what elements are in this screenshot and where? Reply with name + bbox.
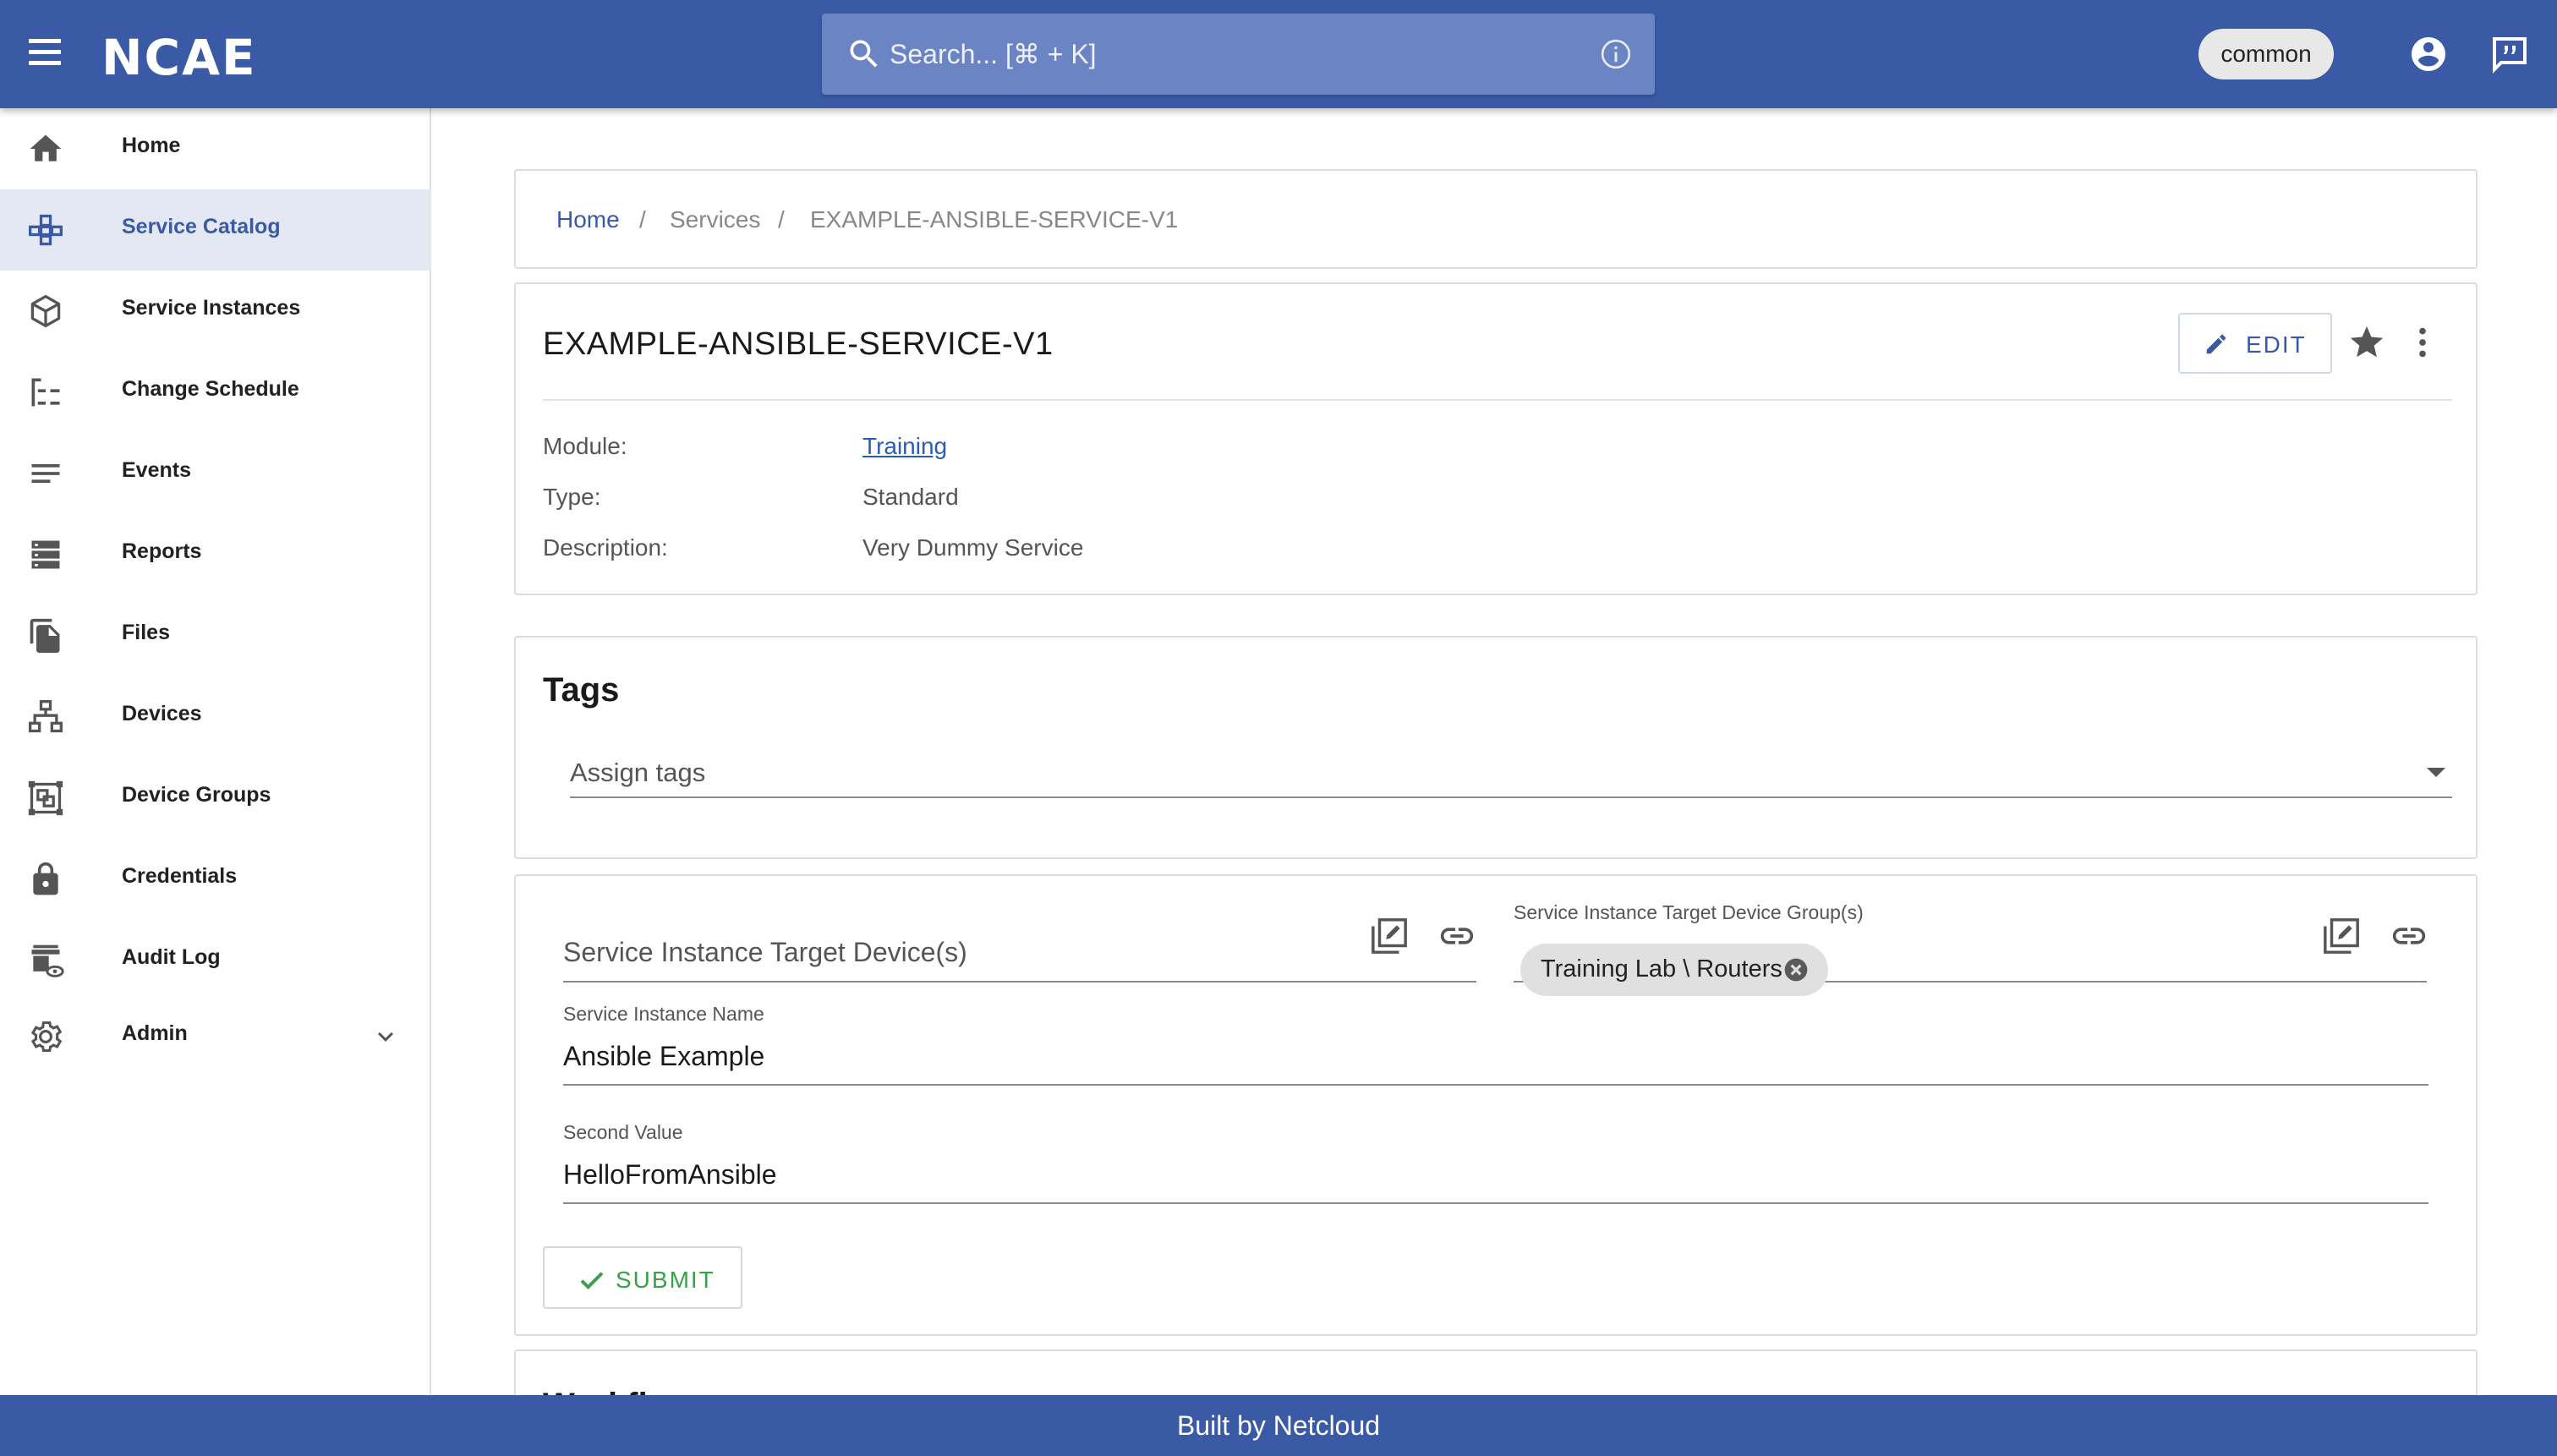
sidebar-item-label: Devices bbox=[122, 702, 202, 725]
catalog-icon bbox=[29, 214, 63, 246]
feedback-icon[interactable] bbox=[2489, 34, 2530, 74]
lines-icon bbox=[31, 464, 60, 483]
account-icon[interactable] bbox=[2408, 34, 2449, 74]
sidebar-item-service-instances[interactable]: Service Instances bbox=[0, 271, 431, 352]
description-label: Description: bbox=[543, 534, 668, 561]
submit-button[interactable]: SUBMIT bbox=[543, 1246, 742, 1309]
edit-button[interactable]: EDIT bbox=[2178, 313, 2332, 374]
target-device-groups-field[interactable]: Service Instance Target Device Group(s) … bbox=[1514, 901, 2427, 996]
second-value-input[interactable] bbox=[563, 1155, 2423, 1194]
sidebar-item-label: Service Instances bbox=[122, 296, 301, 320]
tenant-chip[interactable]: common bbox=[2198, 29, 2334, 79]
schedule-icon bbox=[31, 378, 60, 407]
sidebar-item-label: Credentials bbox=[122, 864, 238, 888]
sidebar-item-label: Device Groups bbox=[122, 783, 271, 807]
page-title: EXAMPLE-ANSIBLE-SERVICE-V1 bbox=[543, 326, 1054, 362]
sidebar-item-devices[interactable]: Devices bbox=[0, 676, 431, 758]
service-instance-name-input[interactable] bbox=[563, 1037, 2423, 1076]
breadcrumb-home-link[interactable]: Home bbox=[556, 206, 620, 233]
gear-icon bbox=[30, 1021, 63, 1053]
sidebar-item-label: Files bbox=[122, 621, 170, 644]
edit-selection-icon[interactable] bbox=[2322, 917, 2361, 955]
search-icon bbox=[850, 40, 878, 68]
star-icon[interactable] bbox=[2347, 323, 2386, 362]
sidebar-item-label: Events bbox=[122, 458, 191, 482]
service-instance-name-label: Service Instance Name bbox=[563, 1003, 764, 1025]
audit-icon bbox=[31, 944, 64, 977]
global-search[interactable] bbox=[822, 14, 1655, 95]
sidebar-item-files[interactable]: Files bbox=[0, 595, 431, 676]
divider bbox=[543, 399, 2452, 401]
footer-text: Built by Netcloud bbox=[1176, 1410, 1381, 1441]
chevron-down-icon[interactable] bbox=[370, 1021, 401, 1052]
sidebar-item-admin[interactable]: Admin bbox=[0, 996, 431, 1077]
second-value-label: Second Value bbox=[563, 1121, 683, 1143]
app-logo[interactable]: NCAE bbox=[101, 29, 257, 86]
type-label: Type: bbox=[543, 484, 601, 510]
top-app-bar: NCAE common bbox=[0, 0, 2557, 108]
more-vert-icon[interactable] bbox=[2403, 323, 2442, 362]
menu-icon[interactable] bbox=[29, 39, 63, 69]
service-instance-name-field: Service Instance Name bbox=[563, 1003, 2428, 1086]
sidebar-item-label: Service Catalog bbox=[122, 215, 281, 238]
sidebar-item-label: Reports bbox=[122, 539, 202, 563]
target-devices-placeholder: Service Instance Target Device(s) bbox=[563, 937, 967, 967]
sidebar-item-credentials[interactable]: Credentials bbox=[0, 839, 431, 920]
dropdown-arrow-icon bbox=[2427, 768, 2445, 777]
sidebar: Home Service Catalog Service Instances C… bbox=[0, 108, 431, 1395]
home-icon bbox=[30, 134, 62, 161]
breadcrumb: Home / Services / EXAMPLE-ANSIBLE-SERVIC… bbox=[514, 169, 2478, 269]
info-icon[interactable] bbox=[1599, 37, 1633, 71]
lock-icon bbox=[33, 862, 58, 895]
sidebar-item-device-groups[interactable]: Device Groups bbox=[0, 758, 431, 839]
module-label: Module: bbox=[543, 433, 627, 459]
target-device-groups-label: Service Instance Target Device Group(s) bbox=[1514, 901, 1864, 923]
service-instance-form: Service Instance Target Device(s) Servic… bbox=[514, 874, 2478, 1336]
assign-tags-select[interactable]: Assign tags bbox=[570, 747, 2452, 798]
sidebar-item-audit-log[interactable]: Audit Log bbox=[0, 920, 431, 1001]
module-link[interactable]: Training bbox=[862, 433, 947, 460]
breadcrumb-separator: / bbox=[778, 206, 785, 233]
submit-button-label: SUBMIT bbox=[616, 1267, 715, 1293]
network-icon bbox=[29, 700, 63, 733]
reports-icon bbox=[31, 540, 60, 569]
service-detail-card: EXAMPLE-ANSIBLE-SERVICE-V1 EDIT Module: … bbox=[514, 282, 2478, 595]
cube-icon bbox=[30, 294, 61, 328]
sidebar-item-reports[interactable]: Reports bbox=[0, 514, 431, 595]
tags-card: Tags Assign tags bbox=[514, 636, 2478, 859]
files-icon bbox=[30, 618, 60, 654]
sidebar-item-label: Admin bbox=[122, 1021, 188, 1045]
second-value-field: Second Value bbox=[563, 1121, 2428, 1204]
sidebar-item-home[interactable]: Home bbox=[0, 108, 431, 189]
pencil-icon bbox=[2206, 334, 2226, 354]
sidebar-item-events[interactable]: Events bbox=[0, 433, 431, 514]
tags-title: Tags bbox=[543, 671, 620, 709]
edit-button-label: EDIT bbox=[2246, 331, 2307, 358]
sidebar-item-label: Change Schedule bbox=[122, 377, 299, 401]
breadcrumb-separator: / bbox=[639, 206, 646, 233]
edit-selection-icon[interactable] bbox=[1370, 917, 1409, 955]
description-value: Very Dummy Service bbox=[862, 534, 1084, 561]
sidebar-item-label: Home bbox=[122, 134, 181, 157]
sidebar-item-label: Audit Log bbox=[122, 945, 221, 969]
link-icon[interactable] bbox=[2390, 917, 2428, 955]
assign-tags-placeholder: Assign tags bbox=[570, 758, 706, 787]
device-group-chip-label: Training Lab \ Routers bbox=[1541, 955, 1782, 983]
target-devices-field[interactable]: Service Instance Target Device(s) bbox=[563, 901, 1476, 983]
device-group-chip[interactable]: Training Lab \ Routers bbox=[1520, 944, 1828, 996]
sidebar-item-change-schedule[interactable]: Change Schedule bbox=[0, 352, 431, 433]
sidebar-item-service-catalog[interactable]: Service Catalog bbox=[0, 189, 431, 271]
remove-chip-icon[interactable] bbox=[1782, 956, 1810, 983]
link-icon[interactable] bbox=[1437, 917, 1476, 955]
breadcrumb-current: EXAMPLE-ANSIBLE-SERVICE-V1 bbox=[810, 206, 1179, 233]
search-input[interactable] bbox=[890, 32, 1549, 76]
breadcrumb-services[interactable]: Services bbox=[670, 206, 760, 233]
type-value: Standard bbox=[862, 484, 959, 510]
check-icon bbox=[580, 1272, 604, 1290]
device-groups-icon bbox=[28, 780, 63, 816]
footer: Built by Netcloud bbox=[0, 1395, 2557, 1456]
